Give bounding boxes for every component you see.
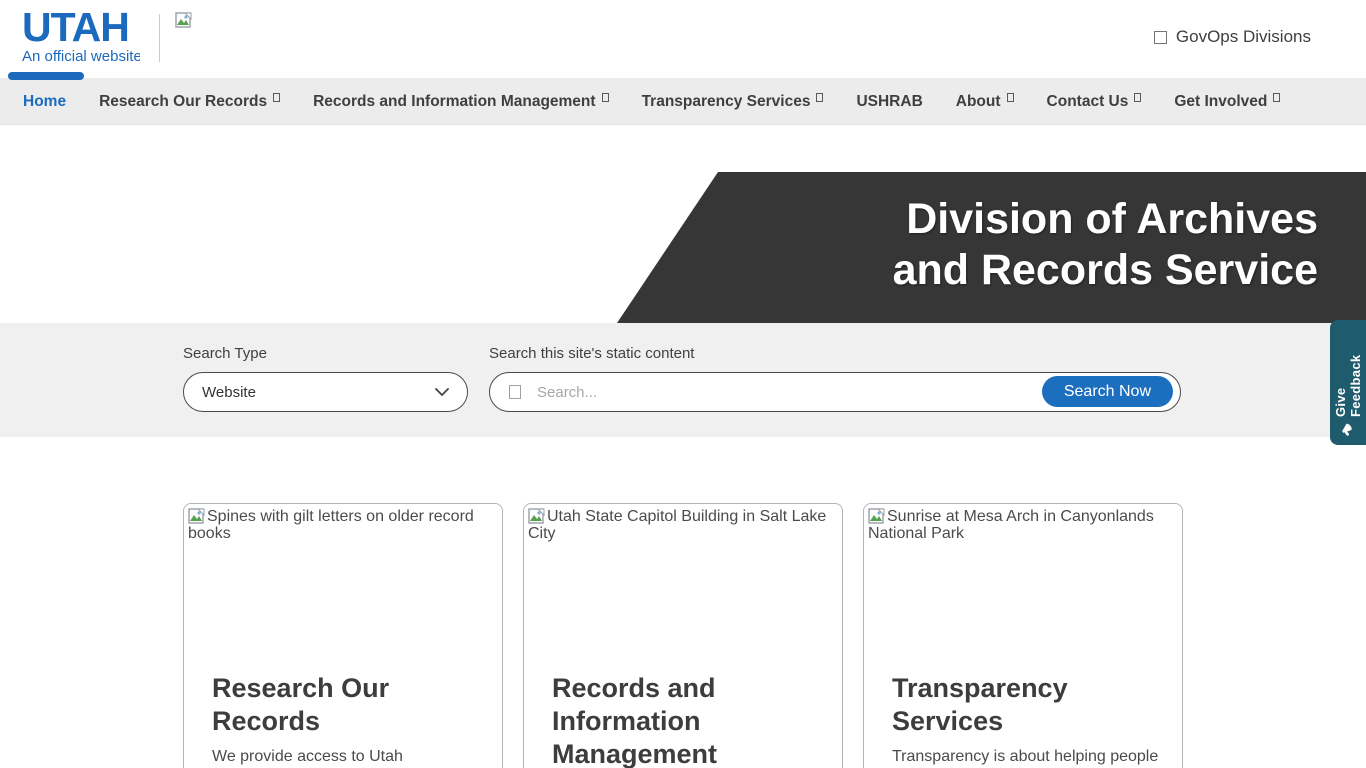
header-divider (159, 14, 160, 62)
dropdown-indicator-icon (816, 92, 824, 102)
nav-item-transparency-services[interactable]: Transparency Services (642, 92, 824, 111)
dropdown-indicator-icon (273, 92, 281, 102)
card-description: We provide access to Utah governmental e… (212, 748, 403, 765)
card-body: Records and Information Management (552, 672, 822, 768)
broken-image-icon (175, 12, 192, 34)
nav-label: Records and Information Management (313, 92, 596, 110)
nav-label: USHRAB (856, 92, 923, 110)
dropdown-indicator-icon (1273, 92, 1281, 102)
alt-text: Spines with gilt letters on older record… (188, 508, 474, 542)
card-title: Research Our Records (212, 673, 390, 736)
card-image-alt: Spines with gilt letters on older record… (184, 504, 502, 542)
card-records-information-management[interactable]: Utah State Capitol Building in Salt Lake… (523, 503, 843, 768)
search-type-label: Search Type (183, 345, 267, 362)
feature-cards: Spines with gilt letters on older record… (0, 503, 1366, 768)
broken-image-icon (188, 508, 205, 524)
card-title: Records and Information Management (552, 673, 718, 768)
megaphone-icon (1342, 423, 1352, 436)
page: UTAH An official website GovOps Division… (0, 0, 1366, 768)
card-image-alt: Sunrise at Mesa Arch in Canyonlands Nati… (864, 504, 1182, 542)
nav-label: Home (23, 92, 67, 110)
search-now-button[interactable]: Search Now (1041, 376, 1173, 407)
main-nav: Home Research Our Records Records and In… (0, 72, 1366, 125)
search-type-value: Website (202, 383, 256, 401)
nav-item-get-involved[interactable]: Get Involved (1174, 92, 1281, 111)
page-title-line2: and Records Service (892, 246, 1318, 294)
nav-item-about[interactable]: About (956, 92, 1014, 111)
govops-icon (1153, 30, 1167, 44)
give-feedback-label: Give Feedback (1333, 354, 1363, 417)
nav-label: Research Our Records (99, 92, 268, 110)
card-research-our-records[interactable]: Spines with gilt letters on older record… (183, 503, 503, 768)
nav-label: About (955, 92, 1001, 110)
card-image-alt: Utah State Capitol Building in Salt Lake… (524, 504, 842, 542)
nav-label: Get Involved (1174, 92, 1268, 110)
search-type-select[interactable]: Website (183, 372, 468, 412)
nav-item-home[interactable]: Home (23, 92, 66, 111)
card-transparency-services[interactable]: Sunrise at Mesa Arch in Canyonlands Nati… (863, 503, 1183, 768)
search-content-label: Search this site's static content (489, 345, 695, 362)
hero-banner: Division of Archives and Records Service (0, 125, 1366, 323)
nav-item-ushrab[interactable]: USHRAB (856, 92, 922, 111)
nav-item-research-our-records[interactable]: Research Our Records (99, 92, 281, 111)
chevron-down-icon (435, 387, 449, 396)
dropdown-indicator-icon (1134, 92, 1142, 102)
alt-text: Sunrise at Mesa Arch in Canyonlands Nati… (868, 508, 1154, 542)
govops-divisions-menu[interactable]: GovOps Divisions (1153, 27, 1311, 47)
dropdown-indicator-icon (1006, 92, 1014, 102)
site-header: UTAH An official website GovOps Division… (0, 0, 1366, 78)
card-title: Transparency Services (892, 673, 1068, 736)
alt-text: Utah State Capitol Building in Salt Lake… (528, 508, 827, 542)
govops-label: GovOps Divisions (1175, 27, 1311, 46)
card-body: Transparency Services Transparency is ab… (892, 672, 1162, 768)
nav-item-records-information-management[interactable]: Records and Information Management (313, 92, 609, 111)
nav-label: Transparency Services (641, 92, 811, 110)
active-tab-indicator (8, 72, 84, 80)
official-website-text: An official website (22, 48, 140, 65)
search-icon (509, 385, 521, 399)
utah-logo-text: UTAH (22, 4, 130, 50)
search-section: Search Type Website Search this site's s… (0, 323, 1366, 437)
card-description: Transparency is about helping people nav… (892, 748, 1159, 765)
broken-image-icon (868, 508, 885, 524)
nav-label: Contact Us (1046, 92, 1129, 110)
search-bar: Search Now (489, 372, 1181, 412)
utah-logo[interactable]: UTAH An official website (22, 6, 140, 65)
nav-item-contact-us[interactable]: Contact Us (1047, 92, 1142, 111)
hero-shape: Division of Archives and Records Service (617, 172, 1366, 323)
card-body: Research Our Records We provide access t… (212, 672, 482, 768)
broken-image-icon (528, 508, 545, 524)
page-title-line1: Division of Archives (906, 195, 1318, 243)
page-title: Division of Archives and Records Service (893, 194, 1318, 296)
give-feedback-button[interactable]: Give Feedback (1330, 320, 1366, 445)
dropdown-indicator-icon (601, 92, 609, 102)
